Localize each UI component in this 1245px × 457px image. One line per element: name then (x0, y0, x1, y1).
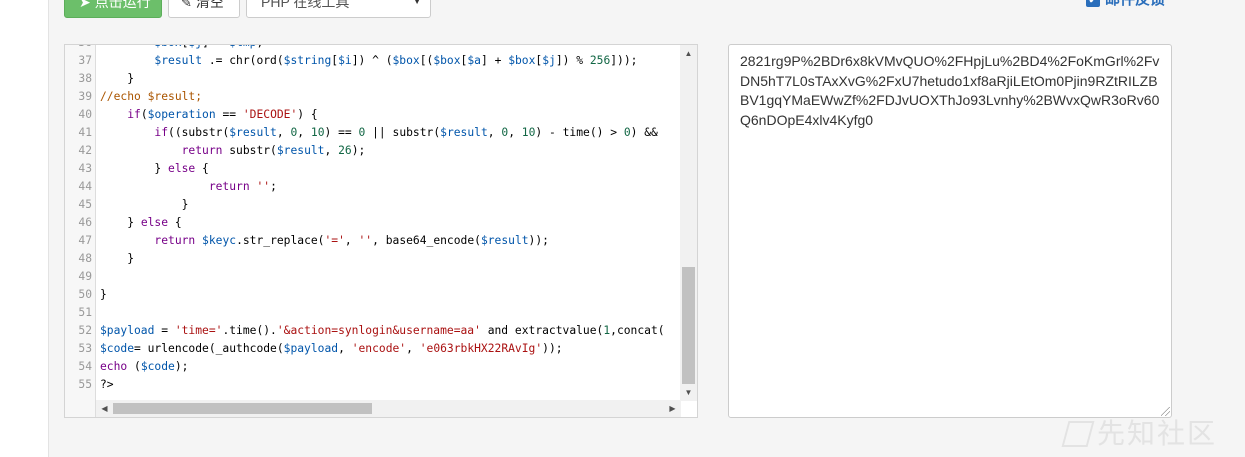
run-button[interactable]: ➤ 点击运行 (64, 0, 162, 18)
code-editor[interactable]: 36 $box[$j] = $tmp;37 $result .= chr(ord… (64, 44, 698, 418)
code-text: if((substr($result, 0, 10) == 0 || subst… (154, 126, 658, 139)
watermark: 先知社区 (1061, 412, 1217, 452)
code-line: 47 return $keyc.str_replace('=', '', bas… (65, 232, 697, 250)
code-text: $code= urlencode(_authcode($payload, 'en… (100, 342, 563, 355)
code-text: ?> (100, 378, 114, 391)
line-number: 43 (78, 162, 92, 175)
vertical-scrollbar[interactable]: ▲ ▼ (680, 45, 697, 401)
line-number: 38 (78, 72, 92, 85)
code-text: return substr($result, 26); (181, 144, 366, 157)
scroll-left-arrow-icon[interactable]: ◀ (96, 400, 113, 417)
scroll-up-arrow-icon[interactable]: ▲ (680, 45, 697, 62)
code-text: } else { (100, 216, 182, 229)
eraser-icon: ✎ (181, 0, 192, 10)
output-textarea[interactable]: 2821rg9P%2BDr6x8kVMvQUO%2FHpjLu%2BD4%2Fo… (728, 44, 1172, 418)
code-line: 39 //echo $result; (65, 88, 697, 106)
code-text: } (100, 288, 107, 301)
code-line: 49 (65, 268, 697, 286)
vertical-scroll-thumb[interactable] (682, 267, 695, 384)
code-lines: 36 $box[$j] = $tmp;37 $result .= chr(ord… (65, 45, 697, 394)
tool-select[interactable]: PHP 在线工具 ▼ (246, 0, 431, 18)
line-number: 51 (78, 306, 92, 319)
code-text: } (100, 198, 189, 211)
code-line: 37 $result .= chr(ord($string[$i]) ^ ($b… (65, 52, 697, 70)
line-number: 41 (78, 126, 92, 139)
code-line: 53 $code= urlencode(_authcode($payload, '… (65, 340, 697, 358)
line-number: 45 (78, 198, 92, 211)
code-line: 40 if($operation == 'DECODE') { (65, 106, 697, 124)
send-icon: ➤ (79, 0, 91, 10)
code-text: $payload = 'time='.time().'&action=synlo… (100, 324, 665, 337)
line-number: 55 (78, 378, 92, 391)
code-line: 36 $box[$j] = $tmp; (65, 45, 697, 52)
line-number: 53 (78, 342, 92, 355)
line-number: 39 (78, 90, 92, 103)
code-line: 52 $payload = 'time='.time().'&action=syn… (65, 322, 697, 340)
scroll-right-arrow-icon[interactable]: ▶ (664, 400, 681, 417)
code-text: $result .= chr(ord($string[$i]) ^ ($box[… (154, 54, 638, 67)
code-line: 43 } else { (65, 160, 697, 178)
code-line: 48 } (65, 250, 697, 268)
code-text: if($operation == 'DECODE') { (127, 108, 318, 121)
line-number: 37 (78, 54, 92, 67)
chevron-down-icon: ▼ (412, 0, 422, 7)
code-line: 55 ?> (65, 376, 697, 394)
code-text: echo ($code); (100, 360, 189, 373)
line-number: 42 (78, 144, 92, 157)
code-line: 46 } else { (65, 214, 697, 232)
watermark-logo-icon (1061, 421, 1095, 447)
line-number: 54 (78, 360, 92, 373)
code-text: return ''; (208, 180, 277, 193)
line-number: 49 (78, 270, 92, 283)
code-line: 44 return ''; (65, 178, 697, 196)
code-text: } (100, 252, 135, 265)
code-line: 45 } (65, 196, 697, 214)
line-number: 46 (78, 216, 92, 229)
clear-button[interactable]: ✎ 清空 (168, 0, 240, 18)
horizontal-scroll-thumb[interactable] (113, 403, 372, 414)
line-number: 50 (78, 288, 92, 301)
line-number: 48 (78, 252, 92, 265)
horizontal-scrollbar[interactable]: ◀ ▶ (96, 400, 681, 417)
checkbox-icon: ✔ (1086, 0, 1100, 7)
code-line: 51 (65, 304, 697, 322)
output-text: 2821rg9P%2BDr6x8kVMvQUO%2FHpjLu%2BD4%2Fo… (740, 53, 1160, 128)
code-text: } else { (100, 162, 209, 175)
line-number: 40 (78, 108, 92, 121)
line-number: 44 (78, 180, 92, 193)
code-text: $box[$j] = $tmp; (100, 45, 263, 52)
code-line: 54 echo ($code); (65, 358, 697, 376)
code-line: 38 } (65, 70, 697, 88)
code-line: 42 return substr($result, 26); (65, 142, 697, 160)
code-text: } (100, 72, 135, 85)
scroll-down-arrow-icon[interactable]: ▼ (680, 384, 697, 401)
code-line: 50} (65, 286, 697, 304)
feedback-link[interactable]: ✔邮件反馈 (1086, 0, 1165, 12)
code-text: return $keyc.str_replace('=', '', base64… (154, 234, 549, 247)
line-number: 47 (78, 234, 92, 247)
line-number: 52 (78, 324, 92, 337)
code-line: 41 if((substr($result, 0, 10) == 0 || su… (65, 124, 697, 142)
code-text: //echo $result; (100, 90, 203, 103)
line-number: 36 (65, 45, 92, 52)
